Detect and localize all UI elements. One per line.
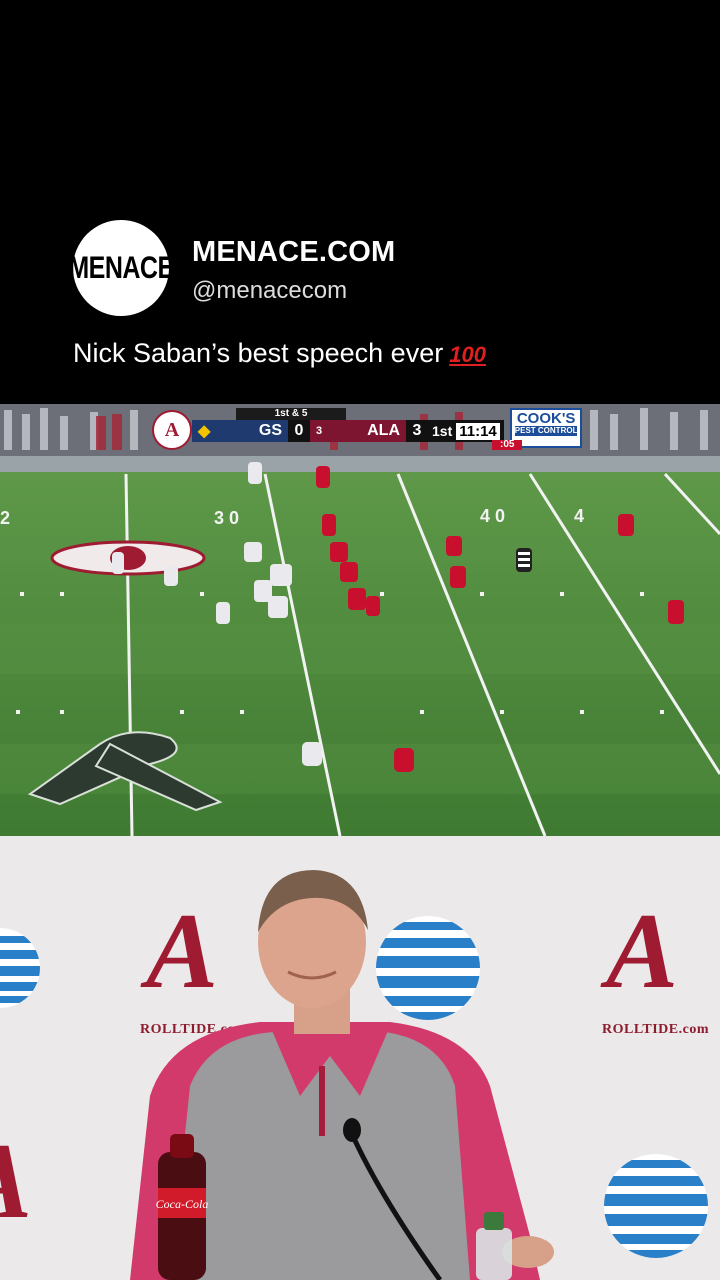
account-handle[interactable]: @menacecom — [192, 277, 347, 305]
sponsor-name: COOK'S — [516, 410, 576, 427]
team1-logo-icon: ◆ — [198, 423, 211, 440]
post-caption: Nick Saban’s best speech ever 100 — [73, 338, 486, 369]
alabama-logo-icon: A — [152, 410, 192, 450]
menace-avatar[interactable]: MENACE — [68, 220, 174, 316]
team2-name: ALA — [367, 422, 400, 439]
scoreboard-overlay: A 1st & 5 ◆ GS 0 3 ALA 3 1st 11:14 :05 C… — [152, 408, 583, 450]
caption-text: Nick Saban’s best speech ever — [73, 338, 444, 368]
yard-number: 4 — [574, 506, 584, 526]
game-clock-block: 1st 11:14 — [428, 420, 504, 442]
hundred-points-icon: 100 — [449, 342, 486, 367]
sponsor-subtitle: PEST CONTROL — [514, 426, 578, 436]
play-clock: :05 — [492, 440, 523, 450]
team1-score: 0 — [288, 420, 310, 442]
score-panel: 1st & 5 ◆ GS 0 3 ALA 3 1st 11:14 :05 — [192, 408, 523, 450]
team2-block: 3 ALA — [310, 420, 406, 442]
yard-number: 4 0 — [480, 506, 505, 526]
team1-block: ◆ GS — [192, 420, 288, 442]
att-globe-icon — [376, 916, 480, 1020]
team1-name: GS — [258, 422, 282, 439]
att-globe-icon — [604, 1154, 708, 1258]
avatar-text: MENACE — [68, 249, 174, 285]
yard-number: 3 0 — [214, 508, 239, 528]
football-field-illustration: 2 3 0 4 0 4 — [0, 404, 720, 836]
game-clock: 11:14 — [456, 422, 500, 440]
score-row: ◆ GS 0 3 ALA 3 1st 11:14 — [192, 420, 504, 442]
account-display-name[interactable]: MENACE.COM — [192, 236, 395, 269]
coca-cola-label: Coca-Cola — [156, 1197, 209, 1211]
att-globe-icon — [0, 928, 40, 1008]
yard-number: 2 — [0, 508, 10, 528]
post-header: MENACE MENACE.COM @menacecom Nick Saban’… — [0, 0, 720, 404]
press-conference-illustration: Coca-Cola — [0, 870, 708, 1280]
down-and-distance: 1st & 5 — [236, 408, 346, 420]
quarter: 1st — [432, 423, 453, 439]
team2-score: 3 — [406, 420, 428, 442]
press-conference-video-frame[interactable]: A ROLLTIDE.com A ROLLTIDE.com A — [0, 836, 720, 1280]
team2-rank: 3 — [316, 425, 323, 437]
football-video-frame[interactable]: 2 3 0 4 0 4 — [0, 404, 720, 836]
